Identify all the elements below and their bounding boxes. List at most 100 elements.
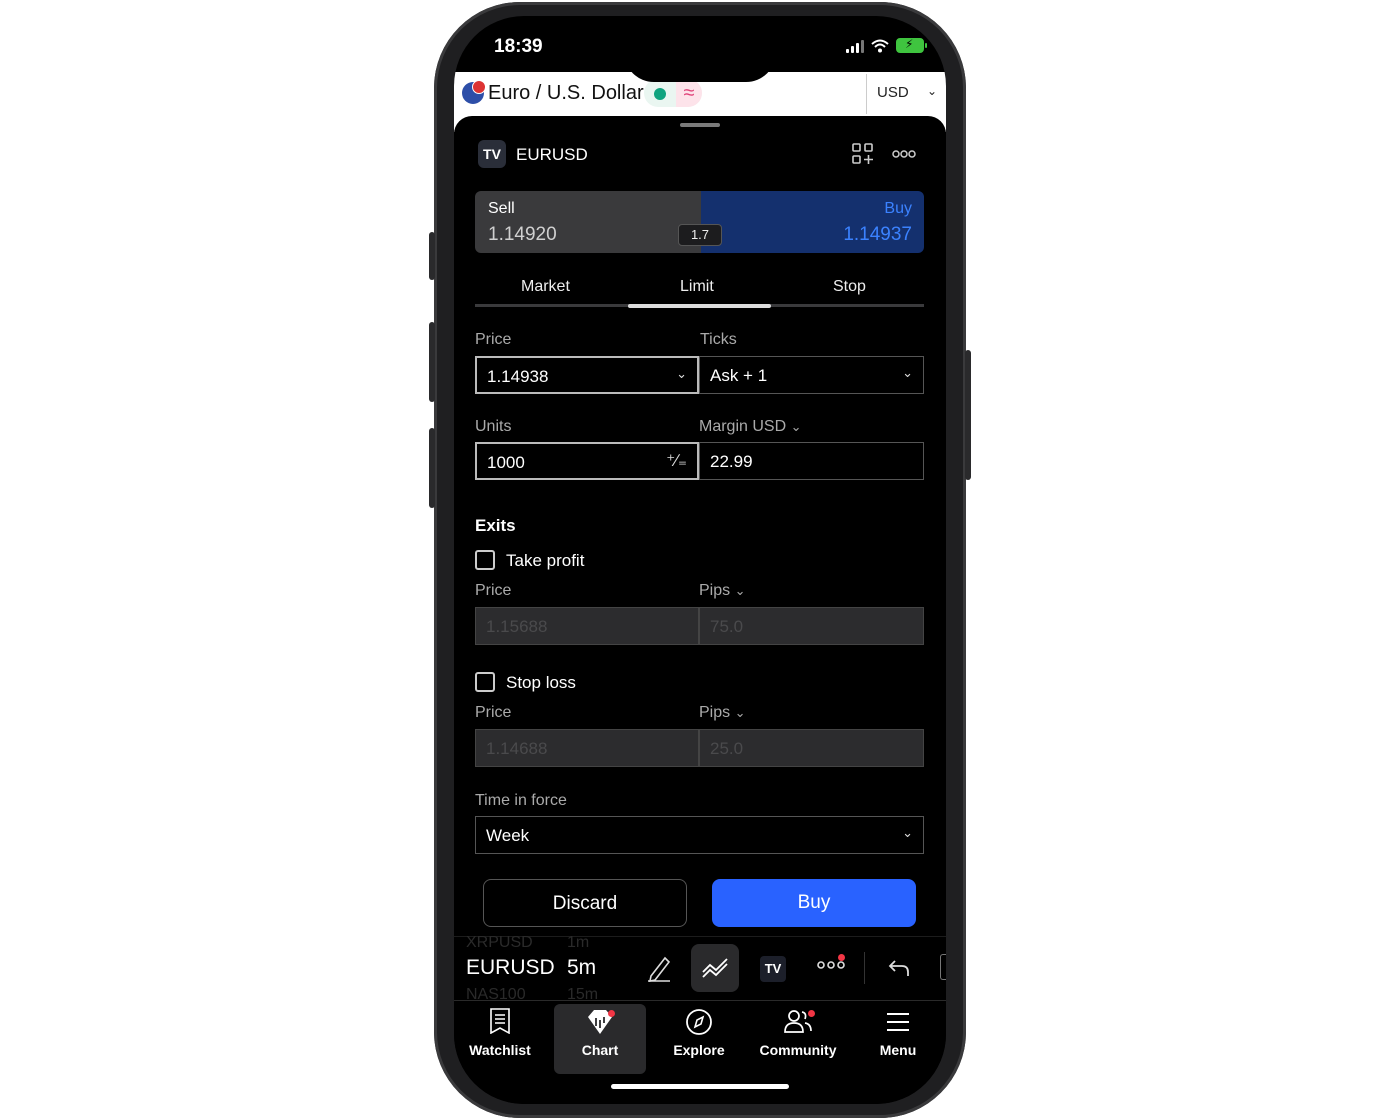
notification-dot bbox=[838, 954, 845, 961]
watchlist-icon bbox=[454, 1008, 546, 1042]
tab-stop[interactable]: Stop bbox=[833, 278, 866, 296]
sell-price: 1.14920 bbox=[488, 224, 557, 245]
market-open-dot-icon bbox=[654, 88, 666, 100]
stop-loss-checkbox[interactable] bbox=[475, 672, 495, 692]
nav-label: Community bbox=[759, 1042, 837, 1058]
chevron-down-icon: ⌄ bbox=[734, 583, 746, 598]
broker-toolbar-logo[interactable]: TV bbox=[760, 956, 786, 982]
units-label: Units bbox=[475, 418, 512, 435]
ticks-value: Ask + 1 bbox=[710, 366, 768, 385]
nav-explore[interactable]: Explore bbox=[653, 1004, 745, 1074]
us-flag-icon bbox=[472, 80, 486, 94]
sl-pips-input: 25.0 bbox=[699, 729, 924, 767]
chevron-down-icon: ⌄ bbox=[676, 366, 687, 381]
tp-pips-input: 75.0 bbox=[699, 607, 924, 645]
more-options-icon[interactable] bbox=[892, 149, 916, 159]
volume-down-button bbox=[429, 428, 435, 508]
tab-limit[interactable]: Limit bbox=[680, 278, 714, 296]
sl-price-value: 1.14688 bbox=[486, 739, 548, 758]
broker-logo: TV bbox=[478, 140, 506, 168]
compass-icon bbox=[653, 1008, 745, 1042]
limit-price-value: 1.14938 bbox=[487, 367, 549, 386]
buy-side-label: Buy bbox=[884, 200, 912, 217]
margin-value: 22.99 bbox=[710, 452, 753, 471]
wifi-icon bbox=[871, 39, 889, 52]
units-input[interactable]: 1000 ⁺∕₌ bbox=[475, 442, 699, 480]
nav-label: Watchlist bbox=[469, 1042, 531, 1058]
sl-pips-select[interactable]: Pips ⌄ bbox=[699, 704, 745, 722]
tab-active-indicator bbox=[628, 304, 771, 308]
tp-price-input: 1.15688 bbox=[475, 607, 699, 645]
nav-watchlist[interactable]: Watchlist bbox=[454, 1004, 546, 1074]
tp-price-label: Price bbox=[475, 582, 512, 599]
currency-value: USD bbox=[877, 84, 909, 101]
take-profit-label: Take profit bbox=[506, 551, 585, 570]
discard-button[interactable]: Discard bbox=[483, 879, 687, 927]
undo-icon[interactable] bbox=[888, 958, 910, 978]
status-time: 18:39 bbox=[494, 36, 543, 57]
pen-drawing-icon[interactable] bbox=[646, 954, 672, 982]
more-tools-icon[interactable] bbox=[817, 960, 845, 970]
sl-pips-label: Pips bbox=[699, 704, 731, 721]
nav-menu[interactable]: Menu bbox=[852, 1004, 944, 1074]
ticks-label: Ticks bbox=[700, 331, 737, 348]
price-label: Price bbox=[475, 331, 512, 348]
tab-market[interactable]: Market bbox=[521, 278, 570, 296]
nav-label: Explore bbox=[673, 1042, 725, 1058]
plus-minus-icon[interactable]: ⁺∕₌ bbox=[666, 451, 687, 471]
spread-badge: 1.7 bbox=[678, 224, 722, 246]
nav-chart[interactable]: Chart bbox=[554, 1004, 646, 1074]
order-symbol: EURUSD bbox=[516, 145, 588, 164]
limit-price-select[interactable]: 1.14938 ⌄ bbox=[475, 356, 699, 394]
signal-icon bbox=[846, 39, 864, 53]
margin-input[interactable]: 22.99 bbox=[699, 442, 924, 480]
volume-up-button bbox=[429, 322, 435, 402]
time-in-force-label: Time in force bbox=[475, 792, 567, 809]
phone-screen: 18:39 ⚡ Euro / U.S. Dollar ≈ USD ⌄ TV EU… bbox=[454, 16, 946, 1104]
mute-switch bbox=[429, 232, 435, 280]
community-icon bbox=[752, 1008, 844, 1042]
chevron-down-icon: ⌄ bbox=[902, 825, 913, 840]
status-icons: ⚡ bbox=[846, 37, 927, 53]
currency-select[interactable]: USD ⌄ bbox=[866, 74, 946, 114]
nav-community[interactable]: Community bbox=[752, 1004, 844, 1074]
redo-icon[interactable] bbox=[940, 954, 946, 980]
tp-price-value: 1.15688 bbox=[486, 617, 548, 636]
chart-icon bbox=[554, 1008, 646, 1042]
exits-heading: Exits bbox=[475, 516, 516, 535]
chevron-down-icon: ⌄ bbox=[790, 419, 802, 434]
sl-price-label: Price bbox=[475, 704, 512, 721]
toolbar-symbol[interactable]: EURUSD bbox=[466, 956, 555, 980]
battery-charging-icon: ⚡ bbox=[896, 37, 927, 53]
margin-label: Margin USD bbox=[699, 418, 787, 435]
chevron-down-icon: ⌄ bbox=[902, 365, 913, 380]
tp-pips-select[interactable]: Pips ⌄ bbox=[699, 582, 745, 600]
sheet-grabber[interactable] bbox=[680, 123, 720, 127]
stop-loss-label: Stop loss bbox=[506, 673, 576, 692]
sell-label: Sell bbox=[488, 200, 515, 217]
layout-add-icon[interactable] bbox=[852, 143, 874, 165]
nav-label: Chart bbox=[581, 1042, 619, 1058]
home-indicator[interactable] bbox=[611, 1084, 789, 1089]
chevron-down-icon: ⌄ bbox=[734, 705, 746, 720]
ghost-interval-top: 1m bbox=[567, 934, 590, 951]
toolbar-interval[interactable]: 5m bbox=[567, 956, 596, 980]
sl-price-input: 1.14688 bbox=[475, 729, 699, 767]
toolbar-divider bbox=[864, 952, 865, 984]
chevron-down-icon: ⌄ bbox=[926, 84, 937, 98]
instrument-title: Euro / U.S. Dollar bbox=[488, 82, 644, 104]
margin-currency-select[interactable]: Margin USD ⌄ bbox=[699, 418, 802, 436]
units-value: 1000 bbox=[487, 453, 525, 472]
time-in-force-value: Week bbox=[486, 826, 530, 845]
ticks-select[interactable]: Ask + 1 ⌄ bbox=[699, 356, 924, 394]
sl-pips-value: 25.0 bbox=[710, 739, 744, 758]
power-button bbox=[965, 350, 971, 480]
buy-button[interactable]: Buy bbox=[712, 879, 916, 927]
trade-lines-icon bbox=[702, 958, 728, 978]
take-profit-checkbox[interactable] bbox=[475, 550, 495, 570]
menu-icon bbox=[852, 1008, 944, 1042]
time-in-force-select[interactable]: Week ⌄ bbox=[475, 816, 924, 854]
tp-pips-value: 75.0 bbox=[710, 617, 744, 636]
tp-pips-label: Pips bbox=[699, 582, 731, 599]
nav-label: Menu bbox=[879, 1042, 917, 1058]
